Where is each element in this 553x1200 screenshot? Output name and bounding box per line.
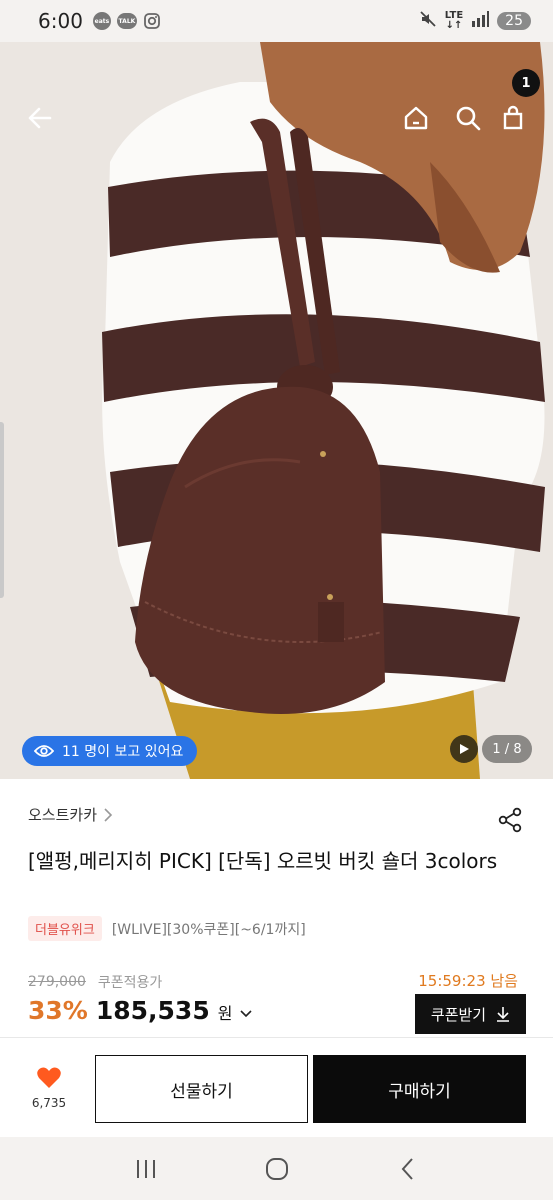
status-bar: 6:00 eats TALK LTE ↓↑ 25 — [0, 0, 553, 42]
get-coupon-button[interactable]: 쿠폰받기 — [415, 994, 526, 1034]
home-circle-icon — [265, 1157, 288, 1180]
promo-row: 더블유위크 [WLIVE][30%쿠폰][~6/1까지] — [28, 916, 306, 941]
bottom-action-bar: 6,735 선물하기 구매하기 — [0, 1037, 553, 1137]
like-count: 6,735 — [31, 1096, 67, 1110]
heart-icon — [37, 1067, 61, 1088]
download-icon — [497, 1007, 510, 1022]
play-icon — [460, 744, 469, 754]
chevron-right-icon — [104, 807, 113, 822]
home-nav-button[interactable] — [257, 1149, 297, 1189]
back-nav-button[interactable] — [388, 1149, 428, 1189]
play-slideshow-button[interactable] — [450, 735, 478, 763]
shopping-bag-icon — [503, 105, 523, 130]
recent-apps-button[interactable] — [126, 1149, 166, 1189]
home-button[interactable] — [398, 100, 434, 136]
mute-icon — [419, 10, 437, 32]
system-nav-bar — [0, 1137, 553, 1200]
product-photo — [0, 42, 553, 779]
viewers-text: 11 명이 보고 있어요 — [62, 744, 184, 760]
chevron-down-icon — [240, 1010, 253, 1018]
image-page-indicator: 1 / 8 — [482, 735, 532, 763]
coupon-button-label: 쿠폰받기 — [430, 1005, 487, 1024]
currency-label: 원 — [217, 1004, 233, 1023]
status-time: 6:00 — [38, 9, 83, 33]
cart-count-badge: 1 — [512, 69, 540, 97]
eye-icon — [34, 745, 54, 757]
recent-apps-icon — [136, 1159, 155, 1178]
lte-icon: LTE ↓↑ — [444, 10, 464, 31]
original-price-row: 279,000 쿠폰적용가 — [28, 972, 162, 992]
promo-badge: 더블유위크 — [28, 916, 102, 941]
brand-link[interactable]: 오스트카카 — [28, 804, 113, 825]
gift-button[interactable]: 선물하기 — [95, 1055, 308, 1123]
sale-timer: 15:59:23 남음 — [418, 972, 518, 990]
coupon-price-label: 쿠폰적용가 — [97, 975, 163, 991]
baemin-eats-icon: eats — [92, 12, 111, 30]
search-button[interactable] — [450, 100, 486, 136]
edge-panel-handle[interactable] — [0, 422, 4, 598]
sale-price: 185,535 — [95, 996, 210, 1025]
cart-button[interactable] — [495, 100, 531, 136]
signal-icon — [471, 11, 490, 31]
kakaotalk-icon: TALK — [116, 13, 137, 29]
promo-text: [WLIVE][30%쿠폰][~6/1까지] — [111, 921, 306, 938]
price-row[interactable]: 33% 185,535 원 — [28, 996, 253, 1025]
instagram-icon — [143, 12, 161, 30]
like-button[interactable]: 6,735 — [18, 1066, 80, 1110]
search-icon — [456, 106, 481, 131]
status-right: LTE ↓↑ 25 — [419, 10, 531, 32]
home-icon — [404, 106, 428, 130]
back-chevron-icon — [401, 1157, 413, 1180]
product-image-carousel[interactable]: 1 11 명이 보고 있어요 1 / 8 — [0, 42, 553, 779]
back-button[interactable] — [22, 100, 58, 136]
product-title: [앨펑,메리지히 PICK] [단독] 오르빗 버킷 숄더 3colors — [28, 849, 498, 873]
brand-name: 오스트카카 — [28, 806, 98, 824]
original-price: 279,000 — [28, 974, 86, 990]
back-arrow-icon — [28, 107, 52, 129]
share-button[interactable] — [496, 806, 524, 834]
share-icon — [498, 807, 522, 833]
viewers-badge: 11 명이 보고 있어요 — [22, 736, 198, 766]
discount-rate: 33% — [28, 996, 88, 1025]
buy-button[interactable]: 구매하기 — [313, 1055, 526, 1123]
battery-indicator: 25 — [497, 12, 531, 30]
